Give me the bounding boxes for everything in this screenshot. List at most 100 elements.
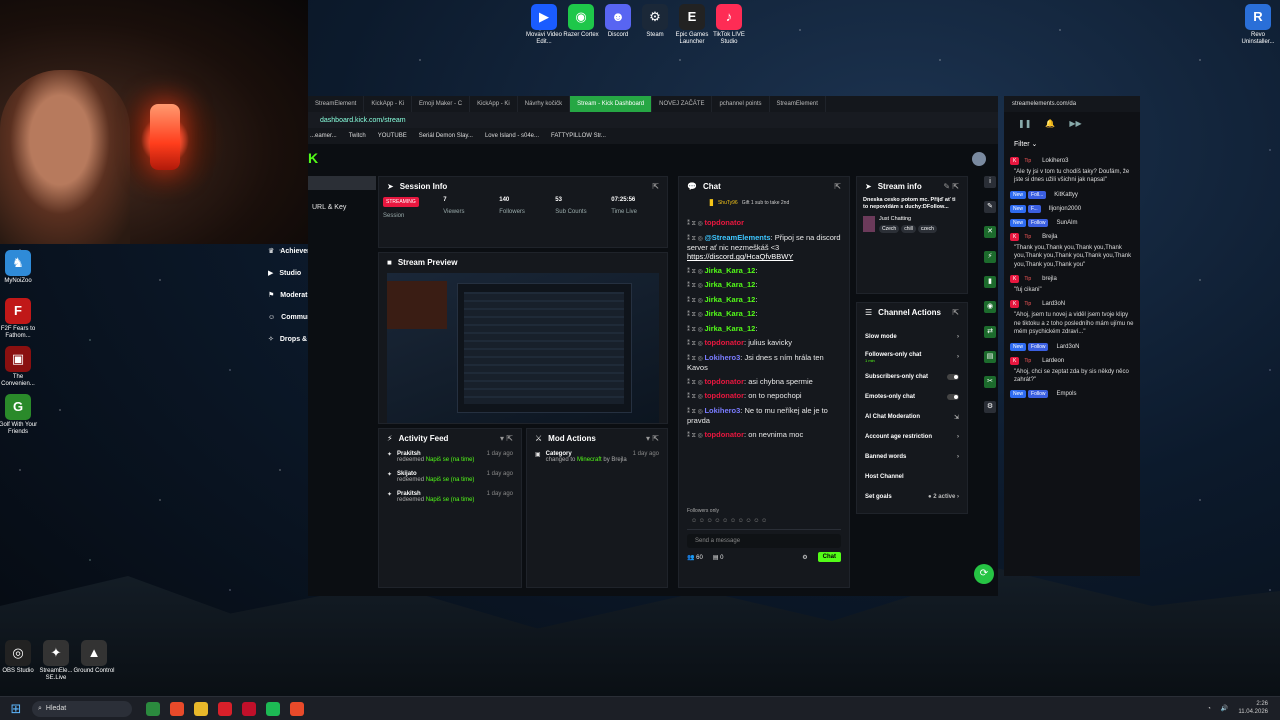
chrome-icon[interactable] <box>170 701 184 716</box>
channel-action-row[interactable]: AI Chat Moderation ⇲ <box>857 407 967 427</box>
chat-icon[interactable]: ◉ <box>984 301 996 313</box>
stream-tag[interactable]: czech <box>917 225 937 234</box>
chrome-icon[interactable] <box>290 701 304 716</box>
users-icon[interactable]: 👥 60 <box>687 554 703 561</box>
channel-action-row[interactable]: Account age restriction › <box>857 427 967 447</box>
browser-tab[interactable]: StreamElement <box>770 96 826 112</box>
channel-action-row[interactable]: Banned words › <box>857 447 967 467</box>
skip-icon[interactable]: ▶▶ <box>1069 119 1081 128</box>
mute-icon[interactable]: 🔔 <box>1045 119 1055 128</box>
desktop-icon-left-3[interactable]: G Golf With Your Friends <box>0 394 40 435</box>
desktop-icon-bottom-2[interactable]: ▲ Ground Control <box>72 640 116 675</box>
badge-icons: ⁑ ⧖ ◎ <box>687 312 705 319</box>
filter-icon[interactable]: ▾ ⇱ <box>500 434 513 443</box>
channel-action-row[interactable]: Set goals ● 2 active › <box>857 487 967 507</box>
popout-icon[interactable]: ⇱ <box>952 308 959 317</box>
clip-icon[interactable]: ▮ <box>984 276 996 288</box>
stream-preview-video[interactable] <box>387 273 659 423</box>
chat-username[interactable]: Jirka_Kara_12 <box>704 324 755 333</box>
bookmark-item[interactable]: Seriál Demon Slay... <box>419 133 473 139</box>
browser-tab[interactable]: KickApp - Ki <box>364 96 413 112</box>
gear-icon[interactable]: ⚙ <box>984 401 996 413</box>
browser-tab[interactable]: pchannel points <box>712 96 770 112</box>
refresh-button[interactable]: ⟳ <box>974 564 994 584</box>
pencil-icon[interactable]: ✎ <box>984 201 996 213</box>
bookmark-item[interactable]: YOUTUBE <box>378 133 407 139</box>
chat-username[interactable]: Jirka_Kara_12 <box>704 280 755 289</box>
channel-action-row[interactable]: Emotes-only chat <box>857 387 967 407</box>
channel-action-row[interactable]: Followers-only chat 1 min › <box>857 347 967 367</box>
volume-icon[interactable]: 🔊 <box>1221 705 1228 712</box>
spotify-icon[interactable] <box>266 701 280 716</box>
bolt-icon[interactable]: ⚡ <box>984 251 996 263</box>
channel-action-row[interactable]: Host Channel <box>857 467 967 487</box>
desktop-icon-revo[interactable]: R Revo Uninstaller... <box>1236 4 1280 45</box>
se-address-bar[interactable]: streamelements.com/da <box>1004 96 1140 112</box>
link-icon[interactable]: ⇄ <box>984 326 996 338</box>
xbox-icon[interactable] <box>146 701 160 716</box>
chat-username[interactable]: Lokihero3 <box>704 353 740 362</box>
opera-icon[interactable] <box>218 701 232 716</box>
chat-username[interactable]: topdonator <box>704 430 744 439</box>
windows-start-icon[interactable]: ⊞ <box>0 701 32 717</box>
chat-username[interactable]: topdonator <box>704 391 744 400</box>
toggle-switch[interactable] <box>947 374 959 380</box>
chat-username[interactable]: Jirka_Kara_12 <box>704 266 755 275</box>
browser-tab[interactable]: KickApp - Ki <box>470 96 518 112</box>
stream-tag[interactable]: Czech <box>879 225 900 234</box>
sidebar-selected-item[interactable] <box>308 176 376 190</box>
avatar[interactable] <box>972 152 986 166</box>
popout-icon[interactable]: ⇱ <box>652 182 659 191</box>
pinned-gift[interactable]: ▮ ShuTy96 Gift 1 sub to take 2nd <box>679 195 849 210</box>
desktop-icon-left-1[interactable]: F F2F Fears to Fathom... <box>0 298 40 339</box>
browser-tab[interactable]: NOVEJ ZAČÁTE <box>652 96 713 112</box>
info-icon[interactable]: i <box>984 176 996 188</box>
toggle-switch[interactable] <box>947 394 959 400</box>
bookmark-item[interactable]: Love Island - s04e... <box>485 133 539 139</box>
channel-action-row[interactable]: Subscribers-only chat <box>857 367 967 387</box>
browser-tab[interactable]: Stream - Kick Dashboard <box>570 96 653 112</box>
chat-username[interactable]: Lokihero3 <box>704 406 740 415</box>
chat-username[interactable]: Jirka_Kara_12 <box>704 309 755 318</box>
chat-username[interactable]: Jirka_Kara_12 <box>704 295 755 304</box>
wrench-icon[interactable]: ✂ <box>984 376 996 388</box>
se-filter[interactable]: Filter ⌄ <box>1004 134 1140 154</box>
sidebar-item-url-key[interactable]: URL & Key <box>308 196 376 218</box>
bookmark-item[interactable]: FATTYPILLOW Str... <box>551 133 606 139</box>
emote-bar[interactable]: ☺ ☺ ☺ ☺ ☺ ☺ ☺ ☺ ☺ ☺ <box>687 518 841 530</box>
taskbar-search[interactable]: ⌕ Hledat <box>32 700 132 717</box>
x-icon[interactable]: ✕ <box>984 226 996 238</box>
desktop-icon-top-5[interactable]: ♪ TikTok LIVE Studio <box>707 4 751 45</box>
chat-username[interactable]: topdonator <box>704 377 744 386</box>
users-count: 60 <box>696 554 703 561</box>
desktop-icon-left-0[interactable]: ♞ MyNoiZoo <box>0 250 40 285</box>
chat-username[interactable]: @StreamElements <box>704 233 770 242</box>
bookmark-item[interactable]: Twitch <box>349 133 366 139</box>
edit-icon[interactable]: ✎ ⇱ <box>943 182 959 191</box>
folder-icon[interactable] <box>194 701 208 716</box>
desktop-icon-left-2[interactable]: ▣ The Convenien... <box>0 346 40 387</box>
list-icon[interactable]: ▤ 0 <box>713 554 724 561</box>
chat-username[interactable]: topdonator <box>704 218 744 227</box>
chat-username[interactable]: topdonator <box>704 338 744 347</box>
browser-tab[interactable]: Emoji Maker - C <box>412 96 471 112</box>
pause-icon[interactable]: ❚❚ <box>1018 119 1031 128</box>
kick-badge-icon: K <box>1010 274 1020 283</box>
session-stat: 53 Sub Counts <box>555 197 611 215</box>
chat-send-button[interactable]: Chat <box>817 552 841 562</box>
settings-icon[interactable]: ⚙ <box>802 554 807 561</box>
network-icon[interactable]: ◔ <box>1207 706 1211 712</box>
kick-logo[interactable]: K <box>308 150 318 166</box>
chat-link[interactable]: https://discord.gg/HcaQfvBBWY <box>687 252 793 261</box>
bookmark-item[interactable]: ...eamer... <box>310 133 337 139</box>
chat-input[interactable]: Send a message <box>687 534 841 548</box>
address-bar[interactable]: dashboard.kick.com/stream <box>308 112 998 128</box>
app-icon[interactable] <box>242 701 256 716</box>
popout-icon[interactable]: ⇱ <box>834 182 841 191</box>
browser-tab[interactable]: StreamElement <box>308 96 365 112</box>
stream-tag[interactable]: chill <box>901 225 916 234</box>
channel-action-row[interactable]: Slow mode › <box>857 327 967 347</box>
shop-icon[interactable]: ▤ <box>984 351 996 363</box>
browser-tab[interactable]: Návrhy kočičk <box>518 96 571 112</box>
filter-icon[interactable]: ▾ ⇱ <box>646 434 659 443</box>
